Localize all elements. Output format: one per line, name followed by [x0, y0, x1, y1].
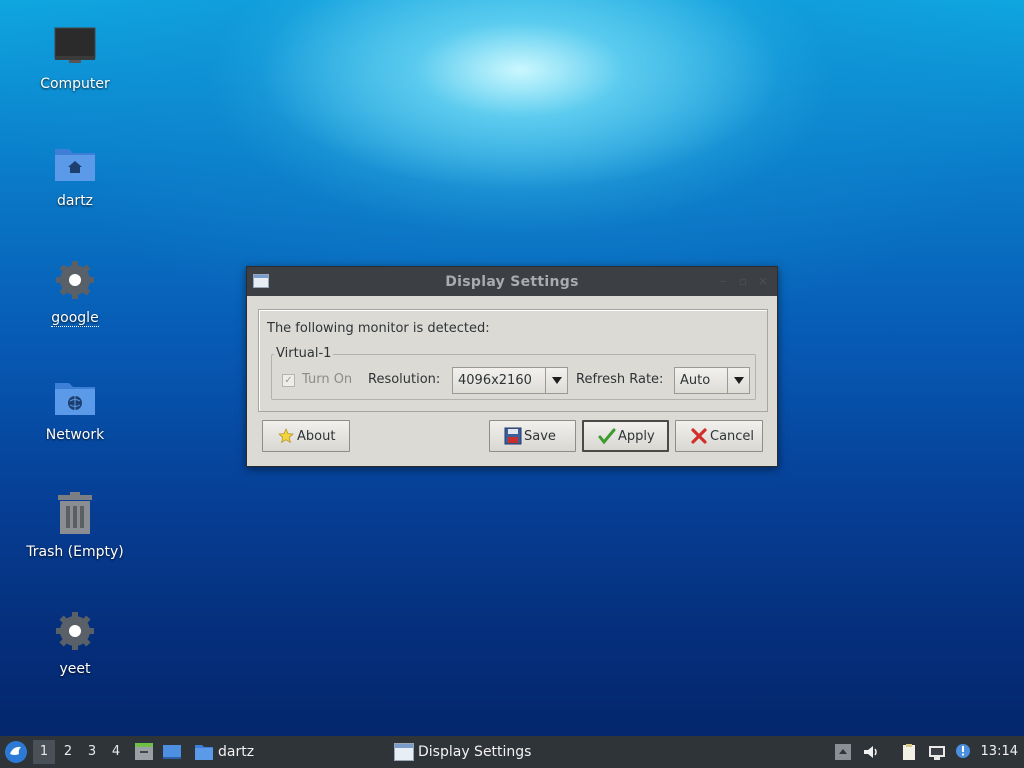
turn-on-label: Turn On: [302, 372, 353, 387]
gear-icon: [51, 256, 99, 304]
maximize-icon[interactable]: ▫: [737, 275, 749, 287]
window-icon: [394, 743, 414, 761]
notification-icon[interactable]: [954, 743, 972, 761]
cancel-label: Cancel: [710, 428, 755, 444]
apply-label: Apply: [618, 428, 655, 444]
about-button[interactable]: About: [262, 420, 350, 452]
gear-icon: [51, 607, 99, 655]
clipboard-icon[interactable]: [900, 743, 918, 761]
home-folder-icon: [51, 139, 99, 187]
apply-button[interactable]: Apply: [582, 420, 669, 452]
close-icon[interactable]: ×: [757, 275, 769, 287]
desktop-icon-trash[interactable]: Trash (Empty): [20, 490, 130, 590]
desktop-icon-label: yeet: [59, 661, 91, 677]
save-button[interactable]: Save: [489, 420, 576, 452]
task-label: dartz: [218, 744, 255, 760]
desktop-icon-computer[interactable]: Computer: [20, 22, 130, 122]
detected-text: The following monitor is detected:: [267, 321, 490, 336]
folder-icon: [195, 745, 213, 760]
dialog-title: Display Settings: [445, 273, 579, 290]
monitor-name: Virtual-1: [274, 346, 334, 361]
show-desktop-icon[interactable]: [162, 742, 182, 762]
window-icon: [253, 274, 269, 288]
cancel-button[interactable]: Cancel: [675, 420, 763, 452]
network-icon[interactable]: [928, 743, 946, 761]
refresh-rate-label: Refresh Rate:: [576, 372, 664, 387]
workspace-2[interactable]: 2: [57, 740, 79, 764]
desktop-icon-label: google: [51, 310, 99, 327]
desktop-icon-label: Computer: [40, 76, 110, 92]
desktop-icon-yeet[interactable]: yeet: [20, 607, 130, 707]
volume-icon[interactable]: [862, 743, 880, 761]
clock[interactable]: 13:14: [981, 744, 1018, 759]
resolution-value: 4096x2160: [458, 373, 532, 388]
minimize-icon[interactable]: –: [717, 275, 729, 287]
workspace-1[interactable]: 1: [33, 740, 55, 764]
desktop-icon-dartz[interactable]: dartz: [20, 139, 130, 239]
file-manager-launcher-icon[interactable]: [134, 742, 154, 762]
star-icon: [277, 427, 295, 445]
desktop-icon-google[interactable]: google: [20, 256, 130, 356]
start-menu-icon[interactable]: [4, 740, 28, 764]
refresh-rate-value: Auto: [680, 373, 711, 388]
desktop-icon-label: dartz: [56, 193, 94, 209]
cross-icon: [690, 427, 708, 445]
dialog-titlebar[interactable]: Display Settings – ▫ ×: [247, 267, 777, 296]
workspace-3[interactable]: 3: [81, 740, 103, 764]
display-settings-dialog: Display Settings – ▫ × The following mon…: [246, 266, 778, 467]
turn-on-checkbox[interactable]: ✓: [282, 374, 295, 387]
trash-icon: [51, 490, 99, 538]
desktop-icon-label: Trash (Empty): [26, 544, 124, 560]
taskbar: 1 2 3 4 dartz Display Settings 13:14: [0, 736, 1024, 768]
monitor-icon: [51, 22, 99, 70]
refresh-rate-select[interactable]: Auto: [674, 367, 750, 394]
task-label: Display Settings: [418, 744, 532, 760]
chevron-down-icon: [727, 368, 749, 393]
about-label: About: [297, 428, 336, 444]
floppy-disk-icon: [504, 427, 522, 445]
chevron-down-icon: [545, 368, 567, 393]
tray-arrow-up-icon[interactable]: [834, 743, 852, 761]
desktop-icon-label: Network: [45, 427, 105, 443]
task-display-settings[interactable]: Display Settings: [394, 740, 531, 764]
task-dartz[interactable]: dartz: [194, 740, 254, 764]
resolution-select[interactable]: 4096x2160: [452, 367, 568, 394]
desktop-icon-network[interactable]: Network: [20, 373, 130, 473]
resolution-label: Resolution:: [368, 372, 441, 387]
workspace-4[interactable]: 4: [105, 740, 127, 764]
monitor-group: Virtual-1 ✓ Turn On Resolution: 4096x216…: [271, 346, 756, 400]
network-folder-icon: [51, 373, 99, 421]
save-label: Save: [524, 428, 556, 444]
checkmark-icon: [598, 427, 616, 445]
